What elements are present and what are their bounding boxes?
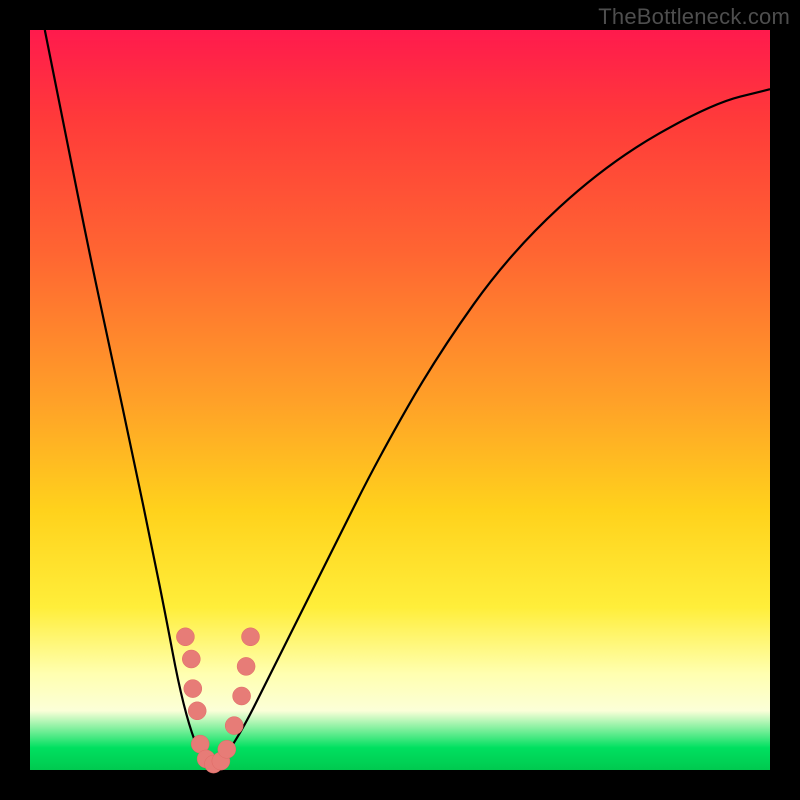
curve-bead	[237, 657, 255, 675]
watermark-text: TheBottleneck.com	[598, 4, 790, 30]
curve-bead	[233, 687, 251, 705]
curve-bead	[184, 680, 202, 698]
curve-bead	[218, 740, 236, 758]
bottleneck-curve	[45, 30, 770, 764]
curve-bead	[182, 650, 200, 668]
curve-bead	[242, 628, 260, 646]
curve-bead	[188, 702, 206, 720]
plot-area	[30, 30, 770, 770]
curve-beads-group	[176, 628, 259, 773]
curve-svg	[30, 30, 770, 770]
outer-frame: TheBottleneck.com	[0, 0, 800, 800]
curve-bead	[176, 628, 194, 646]
curve-bead	[225, 717, 243, 735]
